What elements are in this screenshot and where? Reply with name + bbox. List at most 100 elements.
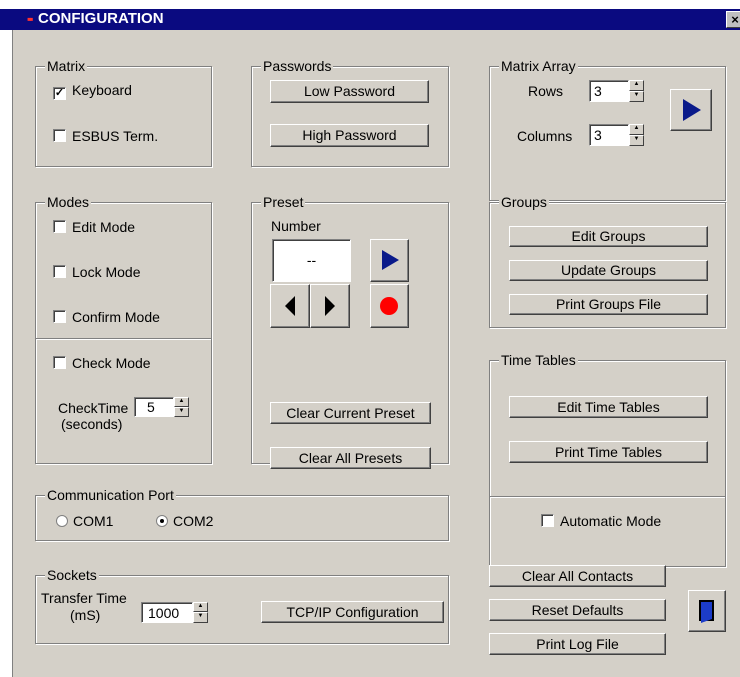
automatic-mode-checkbox[interactable]: Automatic Mode — [541, 513, 661, 529]
passwords-group-label: Passwords — [261, 58, 334, 74]
time-tables-group: Time Tables Edit Time Tables Print Time … — [489, 352, 726, 567]
time-tables-group-label: Time Tables — [499, 352, 578, 368]
edit-mode-label: Edit Mode — [72, 219, 136, 235]
door-exit-icon — [699, 600, 714, 623]
columns-spinner[interactable]: 3 ▲ ▼ — [589, 124, 646, 146]
print-time-tables-button[interactable]: Print Time Tables — [509, 441, 708, 463]
com1-radio-circle — [56, 515, 68, 527]
com2-label: COM2 — [173, 513, 214, 529]
communication-port-group: Communication Port COM1 COM2 — [35, 487, 449, 541]
checktime-down-icon[interactable]: ▼ — [174, 407, 189, 417]
modes-group-label: Modes — [45, 194, 92, 210]
play-arrow-icon — [683, 99, 701, 121]
matrix-array-group-label: Matrix Array — [499, 58, 578, 74]
preset-prev-button[interactable] — [270, 284, 310, 328]
edit-groups-button[interactable]: Edit Groups — [509, 226, 708, 247]
title-bar: ▪▪ CONFIGURATION × — [0, 9, 740, 30]
left-arrow-icon — [285, 296, 295, 316]
edit-mode-box — [53, 220, 66, 233]
low-password-button[interactable]: Low Password — [270, 80, 429, 103]
edit-time-tables-button[interactable]: Edit Time Tables — [509, 396, 708, 418]
confirm-mode-box — [53, 310, 66, 323]
checktime-spinner[interactable]: 5 ▲ ▼ — [134, 397, 191, 417]
window-title: CONFIGURATION — [38, 10, 164, 27]
reset-defaults-button[interactable]: Reset Defaults — [489, 599, 666, 621]
columns-down-icon[interactable]: ▼ — [629, 135, 644, 146]
groups-group-label: Groups — [499, 194, 549, 210]
rows-label: Rows — [528, 83, 564, 99]
transfer-time-input[interactable]: 1000 — [141, 602, 193, 623]
preset-record-button[interactable] — [370, 284, 409, 328]
transfer-time-spinner[interactable]: 1000 ▲ ▼ — [141, 602, 210, 623]
esbus-term-label: ESBUS Term. — [72, 128, 159, 144]
preset-next-button[interactable] — [310, 284, 350, 328]
transfer-up-icon[interactable]: ▲ — [193, 602, 208, 612]
rows-input[interactable]: 3 — [589, 80, 629, 102]
lock-mode-label: Lock Mode — [72, 264, 141, 280]
confirm-mode-checkbox[interactable]: Confirm Mode — [53, 309, 160, 325]
com1-radio[interactable]: COM1 — [56, 513, 113, 529]
right-arrow-icon — [325, 296, 335, 316]
preset-group-label: Preset — [261, 194, 306, 210]
check-mode-label: Check Mode — [72, 355, 151, 371]
exit-door-button[interactable] — [688, 590, 726, 632]
columns-up-icon[interactable]: ▲ — [629, 124, 644, 135]
dialog-body: Matrix ✓ Keyboard ESBUS Term. Passwords L… — [12, 30, 740, 677]
keyboard-label: Keyboard — [72, 82, 132, 98]
clear-current-preset-button[interactable]: Clear Current Preset — [270, 402, 431, 424]
tcpip-configuration-button[interactable]: TCP/IP Configuration — [261, 601, 444, 623]
print-log-file-button[interactable]: Print Log File — [489, 633, 666, 655]
preset-number-display[interactable]: -- — [272, 239, 351, 282]
preset-group: Preset Number -- Clear Current Preset Cl… — [251, 194, 449, 469]
lock-mode-checkbox[interactable]: Lock Mode — [53, 264, 140, 280]
checktime-input[interactable]: 5 — [134, 397, 174, 417]
com2-radio-circle — [156, 515, 168, 527]
app-icon: ▪▪ — [27, 12, 33, 26]
communication-port-group-label: Communication Port — [45, 487, 176, 503]
keyboard-check-icon: ✓ — [53, 87, 66, 100]
keyboard-checkbox[interactable]: ✓ Keyboard — [53, 82, 132, 100]
preset-go-button[interactable] — [370, 239, 409, 282]
apply-array-button[interactable] — [670, 89, 712, 131]
confirm-mode-label: Confirm Mode — [72, 309, 160, 325]
lock-mode-box — [53, 265, 66, 278]
checktime-label: CheckTime — [58, 400, 129, 416]
rows-down-icon[interactable]: ▼ — [629, 91, 644, 102]
check-mode-box — [53, 356, 66, 369]
checktime-unit-label: (seconds) — [61, 416, 123, 432]
com1-label: COM1 — [73, 513, 114, 529]
sockets-group: Sockets Transfer Time (mS) 1000 ▲ ▼ TCP/… — [35, 567, 449, 644]
automatic-mode-box — [541, 514, 554, 527]
esbus-checkbox-box — [53, 129, 66, 142]
modes-group: Modes Edit Mode Lock Mode Confirm Mode C… — [35, 194, 212, 464]
sockets-group-label: Sockets — [45, 567, 99, 583]
columns-input[interactable]: 3 — [589, 124, 629, 146]
automatic-mode-label: Automatic Mode — [560, 513, 662, 529]
clear-all-contacts-button[interactable]: Clear All Contacts — [489, 565, 666, 587]
high-password-button[interactable]: High Password — [270, 124, 429, 147]
update-groups-button[interactable]: Update Groups — [509, 260, 708, 281]
groups-group: Groups Edit Groups Update Groups Print G… — [489, 194, 726, 328]
record-icon — [380, 297, 398, 315]
matrix-group: Matrix ✓ Keyboard ESBUS Term. — [35, 58, 212, 167]
transfer-time-unit-label: (mS) — [70, 607, 101, 623]
esbus-term-checkbox[interactable]: ESBUS Term. — [53, 128, 158, 144]
transfer-down-icon[interactable]: ▼ — [193, 612, 208, 623]
print-groups-file-button[interactable]: Print Groups File — [509, 294, 708, 315]
rows-spinner[interactable]: 3 ▲ ▼ — [589, 80, 646, 102]
check-mode-checkbox[interactable]: Check Mode — [53, 355, 151, 371]
clear-all-presets-button[interactable]: Clear All Presets — [270, 447, 431, 469]
matrix-array-group: Matrix Array Rows 3 ▲ ▼ Columns 3 ▲ ▼ — [489, 58, 726, 201]
matrix-group-label: Matrix — [45, 58, 88, 74]
play-arrow-icon — [382, 250, 399, 270]
rows-up-icon[interactable]: ▲ — [629, 80, 644, 91]
time-tables-divider — [490, 496, 725, 497]
columns-label: Columns — [517, 128, 573, 144]
checktime-up-icon[interactable]: ▲ — [174, 397, 189, 407]
passwords-group: Passwords Low Password High Password — [251, 58, 449, 167]
selected-dot-icon — [160, 519, 164, 523]
modes-divider — [36, 338, 211, 339]
edit-mode-checkbox[interactable]: Edit Mode — [53, 219, 135, 235]
close-button[interactable]: × — [726, 11, 740, 28]
com2-radio[interactable]: COM2 — [156, 513, 213, 529]
